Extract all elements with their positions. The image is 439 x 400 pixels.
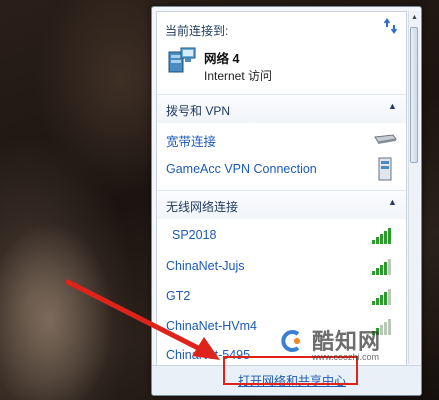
watermark: 酷知网 www.coozhi.com (278, 322, 418, 372)
watermark-logo-icon (278, 326, 308, 356)
watermark-url: www.coozhi.com (312, 352, 380, 362)
